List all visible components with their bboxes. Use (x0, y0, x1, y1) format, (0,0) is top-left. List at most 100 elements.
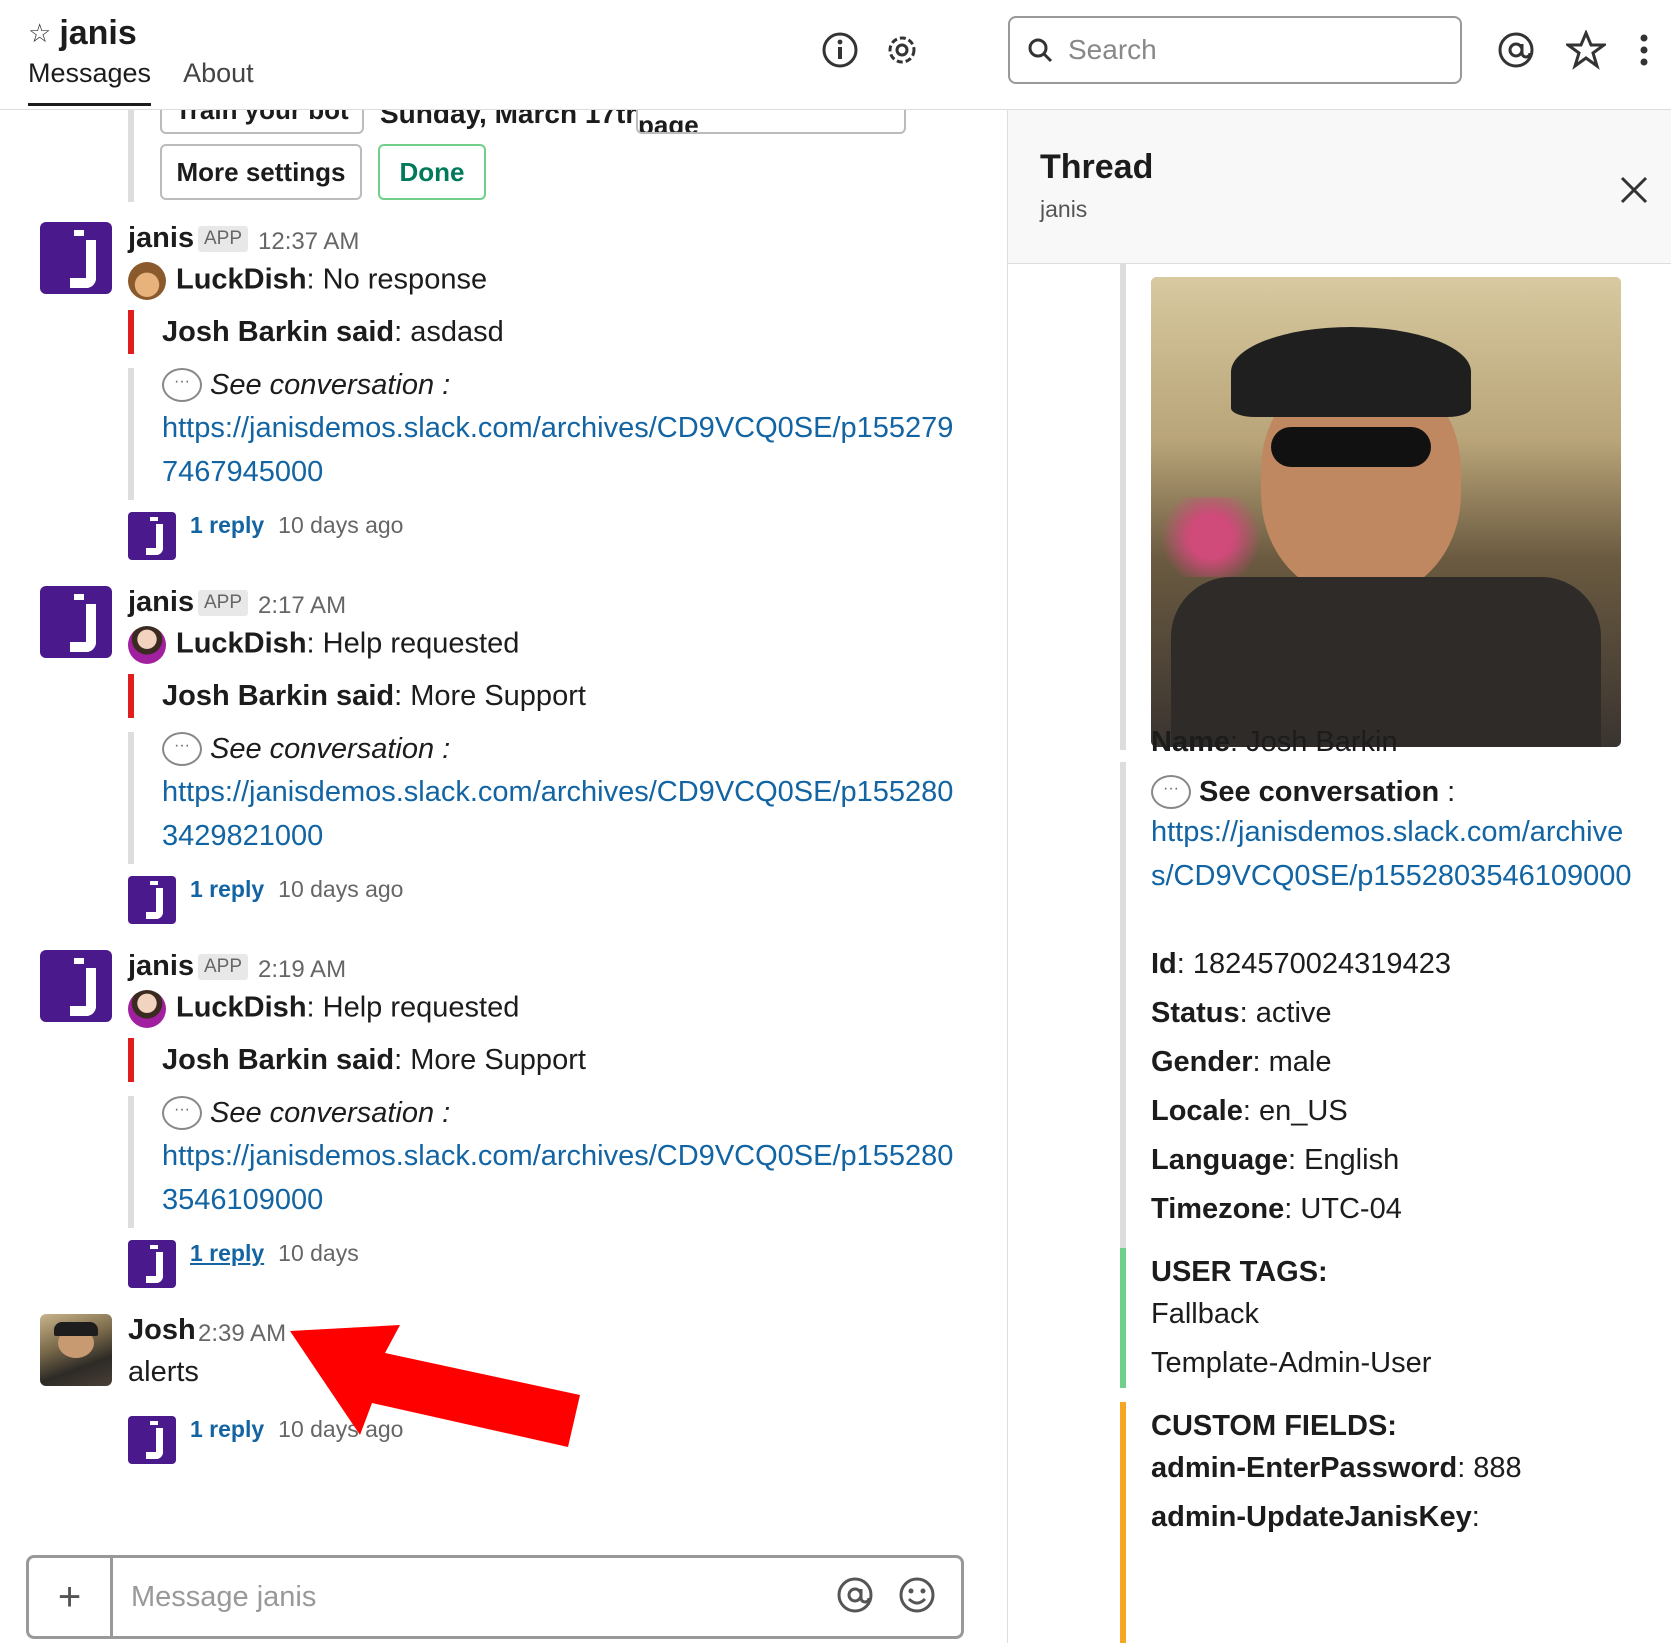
said-name: Josh Barkin said (162, 315, 395, 348)
said-name: Josh Barkin said (162, 679, 395, 712)
see-conversation-label: ··· See conversation: (162, 1096, 962, 1130)
timestamp[interactable]: 12:37 AM (258, 228, 359, 256)
user-profile-photo[interactable] (1151, 277, 1621, 747)
reply-count-link[interactable]: 1 reply (190, 1240, 264, 1267)
thread-replies[interactable]: 1 reply 10 days (128, 1240, 359, 1288)
said-name: Josh Barkin said (162, 1043, 395, 1076)
see-no-evil-monkey-icon (128, 262, 166, 300)
train-bot-button[interactable]: Train your bot (160, 110, 364, 134)
app-badge: APP (198, 590, 249, 616)
status-text: : Help requested (306, 991, 520, 1024)
more-settings-button[interactable]: More settings (160, 144, 362, 200)
status-line: LuckDish: Help requested (128, 990, 519, 1028)
quoted-said: Josh Barkin said: asdasd (128, 310, 504, 354)
thread-channel[interactable]: janis (1040, 196, 1087, 223)
attachment-bar (128, 110, 134, 202)
message-input[interactable]: Message janis (113, 1581, 835, 1614)
said-text: : More Support (394, 679, 586, 712)
custom-fields-heading: CUSTOM FIELDS: (1151, 1410, 1397, 1442)
field-id: Id: 1824570024319423 (1151, 948, 1451, 980)
emoji-icon[interactable] (897, 1575, 941, 1619)
starred-items-icon[interactable] (1566, 30, 1606, 70)
quoted-said: Josh Barkin said: More Support (128, 1038, 586, 1082)
user-tag: Template-Admin-User (1151, 1347, 1432, 1379)
thread-replies[interactable]: 1 reply 10 days ago (128, 876, 404, 924)
field-locale: Locale: en_US (1151, 1095, 1348, 1127)
search-input[interactable]: Search (1008, 16, 1462, 84)
speech-bubble-icon: ··· (1151, 775, 1191, 809)
reply-count-link[interactable]: 1 reply (190, 1416, 264, 1443)
tab-messages[interactable]: Messages (28, 58, 152, 106)
timestamp[interactable]: 2:19 AM (258, 956, 346, 984)
tab-about[interactable]: About (183, 58, 254, 106)
speech-bubble-icon: ··· (162, 368, 202, 402)
sender-name[interactable]: janis (128, 950, 194, 983)
reply-time: 10 days ago (278, 512, 404, 538)
said-text: : asdasd (394, 315, 504, 348)
reply-time: 10 days ago (278, 876, 404, 902)
person-tipping-hand-icon (128, 990, 166, 1028)
conversation-link[interactable]: https://janisdemos.slack.com/archives/CD… (162, 1134, 962, 1222)
quoted-said: Josh Barkin said: More Support (128, 674, 586, 718)
close-icon[interactable] (1616, 172, 1652, 208)
custom-field: admin-UpdateJanisKey: (1151, 1501, 1480, 1533)
conversation-attachment: ··· See conversation: https://janisdemos.… (128, 732, 962, 864)
conversation-attachment: ··· See conversation: https://janisdemos.… (128, 368, 962, 500)
mentions-icon[interactable] (1496, 30, 1536, 70)
thread-pane[interactable]: Thread janis Name: Josh Barkin ··· See co… (1008, 110, 1671, 1643)
search-icon (1028, 38, 1053, 63)
person-tipping-hand-icon (128, 626, 166, 664)
reply-count-link[interactable]: 1 reply (190, 876, 264, 903)
timestamp[interactable]: 2:17 AM (258, 592, 346, 620)
bot-name: LuckDish (176, 263, 307, 296)
see-conversation-label: ··· See conversation: (162, 368, 962, 402)
star-icon[interactable]: ☆ (28, 18, 51, 49)
user-tags-heading: USER TAGS: (1151, 1256, 1328, 1288)
channel-title: ☆ janis (28, 14, 137, 53)
app-badge: APP (198, 954, 249, 980)
message-composer[interactable]: + Message janis (26, 1555, 964, 1639)
channel-header: ☆ janis Messages About Search (0, 0, 1671, 110)
status-line: LuckDish: No response (128, 262, 487, 300)
info-icon[interactable] (820, 30, 860, 70)
avatar[interactable] (40, 222, 112, 294)
mention-icon[interactable] (835, 1575, 879, 1619)
switch-facebook-page-button[interactable]: Witch Facebook page (636, 110, 906, 134)
sender-name[interactable]: janis (128, 222, 194, 255)
user-tags-bar (1120, 1248, 1126, 1388)
thread-conversation-link[interactable]: https://janisdemos.slack.com/archives/CD… (1151, 810, 1641, 898)
timestamp[interactable]: 2:39 AM (198, 1320, 286, 1348)
sender-name[interactable]: janis (128, 586, 194, 619)
field-language: Language: English (1151, 1144, 1400, 1176)
sender-name[interactable]: Josh (128, 1314, 196, 1347)
avatar[interactable] (40, 950, 112, 1022)
avatar[interactable] (40, 1314, 112, 1386)
reply-time: 10 days (278, 1240, 359, 1266)
custom-field: admin-EnterPassword: 888 (1151, 1452, 1522, 1484)
avatar[interactable] (40, 586, 112, 658)
add-attachment-button[interactable]: + (29, 1558, 113, 1636)
app-badge: APP (198, 226, 249, 252)
more-options-icon[interactable] (1624, 30, 1664, 70)
done-button[interactable]: Done (378, 144, 486, 200)
channel-tabs: Messages About (28, 58, 254, 106)
reply-avatar (128, 512, 176, 560)
reply-avatar (128, 1240, 176, 1288)
user-tag: Fallback (1151, 1298, 1259, 1330)
message-text: alerts (128, 1356, 199, 1388)
thread-replies[interactable]: 1 reply 10 days ago (128, 512, 404, 560)
custom-fields-bar (1120, 1402, 1126, 1643)
field-gender: Gender: male (1151, 1046, 1332, 1078)
reply-avatar (128, 1416, 176, 1464)
search-placeholder: Search (1068, 34, 1157, 65)
gear-icon[interactable] (882, 30, 922, 70)
reply-avatar (128, 876, 176, 924)
conversation-link[interactable]: https://janisdemos.slack.com/archives/CD… (162, 770, 962, 858)
messages-pane[interactable]: Train your bot Sunday, March 17th Witch … (0, 110, 1008, 1643)
reply-count-link[interactable]: 1 reply (190, 512, 264, 539)
bot-name: LuckDish (176, 627, 307, 660)
conversation-link[interactable]: https://janisdemos.slack.com/archives/CD… (162, 406, 962, 494)
date-divider: Sunday, March 17th (374, 110, 649, 130)
channel-name[interactable]: janis (59, 14, 136, 53)
status-text: : No response (306, 263, 488, 296)
